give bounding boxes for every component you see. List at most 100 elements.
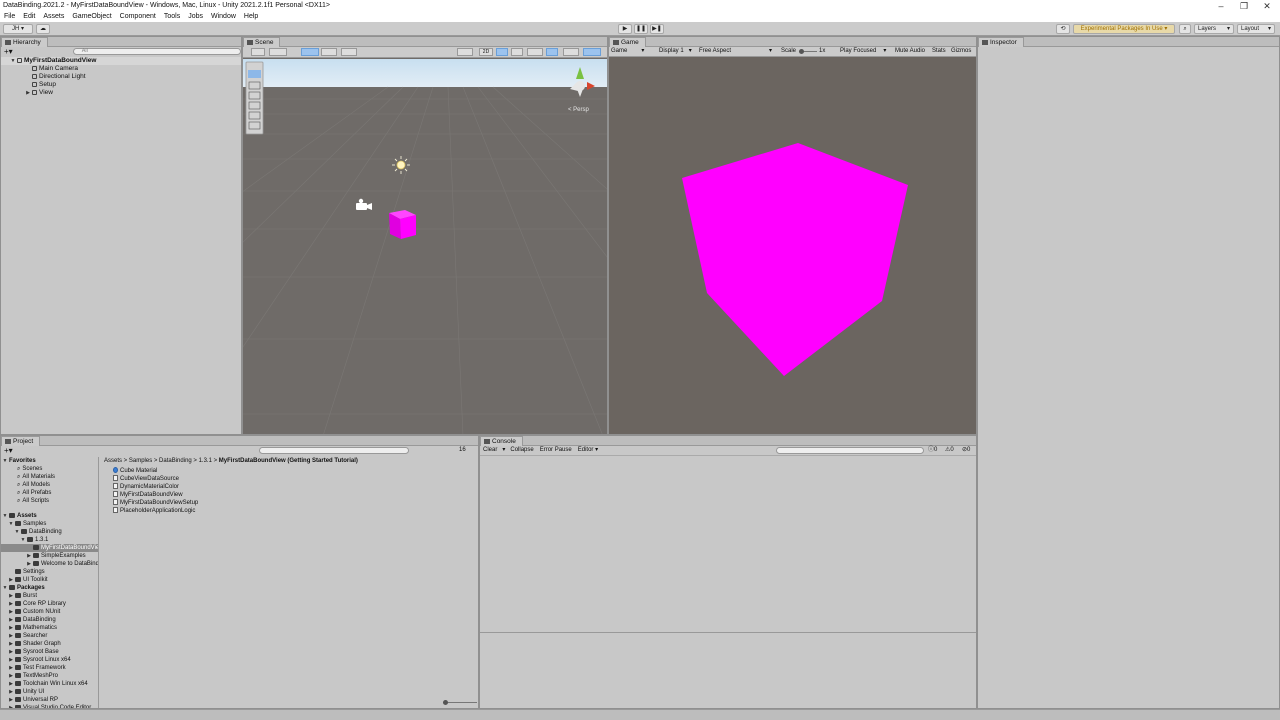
tab-console[interactable]: Console <box>480 436 523 446</box>
aspect-dropdown[interactable]: Free Aspect ▾ <box>699 47 772 56</box>
perspective-label[interactable]: < Persp <box>568 107 590 113</box>
tab-inspector[interactable]: Inspector <box>978 37 1024 47</box>
scene-visibility-toggle[interactable] <box>546 48 558 56</box>
expand-icon[interactable]: ▶ <box>7 592 15 600</box>
menu-file[interactable]: File <box>0 12 19 22</box>
history-icon[interactable]: ⟲ <box>1056 24 1070 34</box>
minimize-button[interactable]: – <box>1210 0 1232 12</box>
menu-assets[interactable]: Assets <box>39 12 68 22</box>
play-focused-dropdown[interactable]: Play Focused ▾ <box>840 47 886 56</box>
tab-hierarchy[interactable]: Hierarchy <box>1 37 48 47</box>
experimental-packages-dropdown[interactable]: Experimental Packages In Use ▾ <box>1073 24 1175 34</box>
asset-file[interactable]: PlaceholderApplicationLogic <box>113 507 473 515</box>
error-count[interactable]: ⊘0 <box>962 446 970 455</box>
expand-icon[interactable]: ▶ <box>7 664 15 672</box>
menu-jobs[interactable]: Jobs <box>184 12 207 22</box>
clear-dropdown-icon[interactable]: ▾ <box>500 446 507 455</box>
hierarchy-item-setup[interactable]: Setup <box>1 81 241 89</box>
package-item[interactable]: ▶ Universal RP <box>1 696 98 704</box>
favorite-item[interactable]: ⌕ All Prefabs <box>1 489 98 497</box>
snap-dropdown[interactable] <box>321 48 337 56</box>
asset-tree-item[interactable]: ▼ Samples <box>1 520 98 528</box>
favorite-item[interactable]: ⌕ Scenes <box>1 465 98 473</box>
game-mode-dropdown[interactable]: Game ▾ <box>611 47 644 56</box>
package-item[interactable]: ▶ Searcher <box>1 632 98 640</box>
package-item[interactable]: ▶ Custom NUnit <box>1 608 98 616</box>
expand-icon[interactable]: ▶ <box>7 576 15 584</box>
camera-settings-dropdown[interactable] <box>563 48 579 56</box>
expand-icon[interactable]: ▶ <box>7 696 15 704</box>
step-button[interactable]: ▶❚ <box>650 24 664 34</box>
scene-viewport[interactable]: < Persp <box>243 59 608 435</box>
lighting-toggle[interactable] <box>496 48 508 56</box>
icon-size-slider[interactable] <box>443 702 477 703</box>
package-item[interactable]: ▶ DataBinding <box>1 616 98 624</box>
favorite-item[interactable]: ⌕ All Materials <box>1 473 98 481</box>
breadcrumb-item[interactable]: 1.3.1 <box>199 458 212 464</box>
favorites-header[interactable]: ▼ Favorites <box>1 457 98 465</box>
expand-icon[interactable]: ▶ <box>7 624 15 632</box>
account-dropdown[interactable]: JH ▾ <box>3 24 33 34</box>
asset-tree-item[interactable]: ▶ SimpleExamples <box>1 552 98 560</box>
breadcrumb-item[interactable]: MyFirstDataBoundView (Getting Started Tu… <box>219 458 358 464</box>
warning-count[interactable]: ⚠0 <box>945 446 954 455</box>
menu-gameobject[interactable]: GameObject <box>68 12 115 22</box>
project-search-input[interactable] <box>259 447 409 454</box>
breadcrumb-item[interactable]: DataBinding <box>159 458 192 464</box>
gizmos-toggle[interactable]: Gizmos <box>951 47 971 56</box>
asset-tree-item[interactable]: ▼ 1.3.1 <box>1 536 98 544</box>
breadcrumb-item[interactable]: Assets <box>104 458 122 464</box>
asset-file[interactable]: CubeViewDataSource <box>113 475 473 483</box>
favorite-item[interactable]: ⌕ All Models <box>1 481 98 489</box>
effects-dropdown[interactable] <box>527 48 543 56</box>
clear-button[interactable]: Clear <box>480 446 500 455</box>
audio-toggle[interactable] <box>511 48 523 56</box>
search-icon[interactable]: ⌕ <box>1179 24 1191 34</box>
layout-dropdown[interactable]: Layout ▾ <box>1237 24 1275 34</box>
expand-icon[interactable]: ▶ <box>25 560 33 568</box>
increment-snap-dropdown[interactable] <box>341 48 357 56</box>
assets-header[interactable]: ▼ Assets <box>1 512 98 520</box>
expand-icon[interactable]: ▶ <box>7 632 15 640</box>
hierarchy-item-main-camera[interactable]: Main Camera <box>1 65 241 73</box>
package-item[interactable]: ▶ Burst <box>1 592 98 600</box>
expand-icon[interactable]: ▶ <box>7 680 15 688</box>
asset-tree-item[interactable]: MyFirstDataBoundView <box>1 544 98 552</box>
expand-icon[interactable]: ▼ <box>7 520 15 528</box>
expand-icon[interactable]: ▶ <box>7 648 15 656</box>
tab-project[interactable]: Project <box>1 436 41 446</box>
asset-tree-item[interactable]: ▼ DataBinding <box>1 528 98 536</box>
render-mode-dropdown[interactable] <box>269 48 287 56</box>
package-item[interactable]: ▶ Toolchain Win Linux x64 <box>1 680 98 688</box>
close-button[interactable]: ✕ <box>1256 0 1278 12</box>
mute-audio-toggle[interactable]: Mute Audio <box>895 47 925 56</box>
asset-file[interactable]: Cube Material <box>113 467 473 475</box>
expand-icon[interactable]: ▶ <box>7 640 15 648</box>
expand-icon[interactable]: ▼ <box>13 528 21 536</box>
shading-dropdown[interactable] <box>457 48 473 56</box>
packages-header[interactable]: ▼ Packages <box>1 584 98 592</box>
package-item[interactable]: ▶ Unity UI <box>1 688 98 696</box>
console-divider[interactable] <box>480 632 976 633</box>
play-button[interactable]: ▶ <box>618 24 632 34</box>
grid-toggle[interactable] <box>301 48 319 56</box>
hierarchy-item-directional-light[interactable]: Directional Light <box>1 73 241 81</box>
asset-file[interactable]: MyFirstDataBoundViewSetup <box>113 499 473 507</box>
display-dropdown[interactable]: Display 1 ▾ <box>659 47 692 56</box>
expand-icon[interactable]: ▶ <box>7 656 15 664</box>
hierarchy-item-view[interactable]: ▶ View <box>1 89 241 97</box>
expand-icon[interactable]: ▶ <box>7 600 15 608</box>
asset-tree-item[interactable]: ▶ UI Toolkit <box>1 576 98 584</box>
expand-icon[interactable]: ▶ <box>7 672 15 680</box>
hidden-packages-count[interactable]: 16 <box>459 446 466 455</box>
scale-slider-thumb[interactable] <box>799 49 804 54</box>
menu-component[interactable]: Component <box>116 12 160 22</box>
expand-icon[interactable]: ▶ <box>7 616 15 624</box>
icon-size-slider-thumb[interactable] <box>443 700 448 705</box>
asset-tree-item[interactable]: Settings <box>1 568 98 576</box>
breadcrumb-item[interactable]: Samples <box>129 458 152 464</box>
gizmos-dropdown[interactable] <box>583 48 601 56</box>
package-item[interactable]: ▶ Shader Graph <box>1 640 98 648</box>
scene-root[interactable]: ▼ MyFirstDataBoundView <box>1 57 241 65</box>
tab-game[interactable]: Game <box>609 37 646 47</box>
